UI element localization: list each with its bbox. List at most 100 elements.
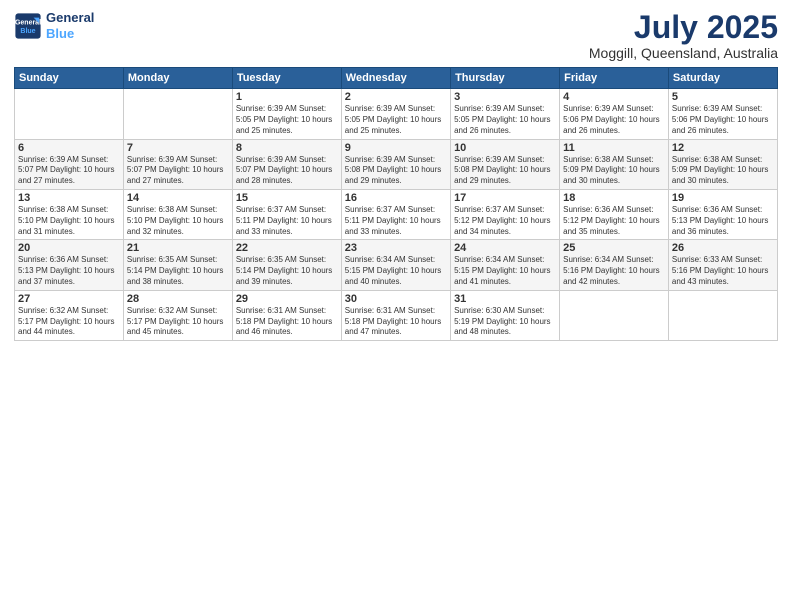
calendar-cell: 1Sunrise: 6:39 AM Sunset: 5:05 PM Daylig…	[232, 89, 341, 139]
day-number: 5	[672, 91, 774, 103]
calendar-cell: 15Sunrise: 6:37 AM Sunset: 5:11 PM Dayli…	[232, 189, 341, 239]
day-number: 16	[345, 192, 447, 204]
day-number: 15	[236, 192, 338, 204]
col-saturday: Saturday	[668, 68, 777, 89]
day-number: 29	[236, 293, 338, 305]
day-number: 31	[454, 293, 556, 305]
day-number: 14	[127, 192, 229, 204]
calendar-cell: 14Sunrise: 6:38 AM Sunset: 5:10 PM Dayli…	[123, 189, 232, 239]
day-info: Sunrise: 6:35 AM Sunset: 5:14 PM Dayligh…	[127, 255, 229, 287]
title-block: July 2025 Moggill, Queensland, Australia	[589, 10, 778, 61]
col-friday: Friday	[560, 68, 669, 89]
calendar-table: Sunday Monday Tuesday Wednesday Thursday…	[14, 67, 778, 341]
col-monday: Monday	[123, 68, 232, 89]
day-info: Sunrise: 6:39 AM Sunset: 5:05 PM Dayligh…	[454, 104, 556, 136]
day-info: Sunrise: 6:36 AM Sunset: 5:13 PM Dayligh…	[672, 205, 774, 237]
main-title: July 2025	[589, 10, 778, 45]
calendar-cell: 13Sunrise: 6:38 AM Sunset: 5:10 PM Dayli…	[15, 189, 124, 239]
day-info: Sunrise: 6:37 AM Sunset: 5:12 PM Dayligh…	[454, 205, 556, 237]
calendar-cell: 9Sunrise: 6:39 AM Sunset: 5:08 PM Daylig…	[341, 139, 450, 189]
day-number: 26	[672, 242, 774, 254]
day-number: 22	[236, 242, 338, 254]
day-number: 12	[672, 142, 774, 154]
day-info: Sunrise: 6:35 AM Sunset: 5:14 PM Dayligh…	[236, 255, 338, 287]
calendar-cell: 11Sunrise: 6:38 AM Sunset: 5:09 PM Dayli…	[560, 139, 669, 189]
day-info: Sunrise: 6:37 AM Sunset: 5:11 PM Dayligh…	[345, 205, 447, 237]
day-number: 24	[454, 242, 556, 254]
calendar-week-row-2: 6Sunrise: 6:39 AM Sunset: 5:07 PM Daylig…	[15, 139, 778, 189]
day-number: 27	[18, 293, 120, 305]
day-number: 17	[454, 192, 556, 204]
day-info: Sunrise: 6:39 AM Sunset: 5:07 PM Dayligh…	[127, 155, 229, 187]
col-thursday: Thursday	[451, 68, 560, 89]
calendar-header-row: Sunday Monday Tuesday Wednesday Thursday…	[15, 68, 778, 89]
day-info: Sunrise: 6:36 AM Sunset: 5:13 PM Dayligh…	[18, 255, 120, 287]
logo-icon: General Blue	[14, 12, 42, 40]
calendar-cell: 23Sunrise: 6:34 AM Sunset: 5:15 PM Dayli…	[341, 240, 450, 290]
calendar-cell	[123, 89, 232, 139]
logo-line2: Blue	[46, 26, 94, 42]
day-number: 8	[236, 142, 338, 154]
day-info: Sunrise: 6:36 AM Sunset: 5:12 PM Dayligh…	[563, 205, 665, 237]
day-number: 18	[563, 192, 665, 204]
calendar-cell: 27Sunrise: 6:32 AM Sunset: 5:17 PM Dayli…	[15, 290, 124, 340]
calendar-cell: 7Sunrise: 6:39 AM Sunset: 5:07 PM Daylig…	[123, 139, 232, 189]
calendar-cell: 12Sunrise: 6:38 AM Sunset: 5:09 PM Dayli…	[668, 139, 777, 189]
day-number: 3	[454, 91, 556, 103]
day-info: Sunrise: 6:31 AM Sunset: 5:18 PM Dayligh…	[236, 306, 338, 338]
svg-text:Blue: Blue	[20, 28, 35, 35]
calendar-cell	[560, 290, 669, 340]
day-number: 30	[345, 293, 447, 305]
day-number: 13	[18, 192, 120, 204]
calendar-cell: 3Sunrise: 6:39 AM Sunset: 5:05 PM Daylig…	[451, 89, 560, 139]
day-info: Sunrise: 6:38 AM Sunset: 5:10 PM Dayligh…	[18, 205, 120, 237]
col-wednesday: Wednesday	[341, 68, 450, 89]
day-info: Sunrise: 6:34 AM Sunset: 5:15 PM Dayligh…	[345, 255, 447, 287]
day-number: 20	[18, 242, 120, 254]
calendar-cell	[668, 290, 777, 340]
calendar-cell: 19Sunrise: 6:36 AM Sunset: 5:13 PM Dayli…	[668, 189, 777, 239]
calendar-cell: 29Sunrise: 6:31 AM Sunset: 5:18 PM Dayli…	[232, 290, 341, 340]
day-number: 19	[672, 192, 774, 204]
calendar-week-row-3: 13Sunrise: 6:38 AM Sunset: 5:10 PM Dayli…	[15, 189, 778, 239]
day-number: 28	[127, 293, 229, 305]
logo-line1: General	[46, 10, 94, 26]
day-info: Sunrise: 6:38 AM Sunset: 5:10 PM Dayligh…	[127, 205, 229, 237]
day-info: Sunrise: 6:39 AM Sunset: 5:07 PM Dayligh…	[236, 155, 338, 187]
calendar-cell: 16Sunrise: 6:37 AM Sunset: 5:11 PM Dayli…	[341, 189, 450, 239]
day-info: Sunrise: 6:33 AM Sunset: 5:16 PM Dayligh…	[672, 255, 774, 287]
calendar-week-row-1: 1 Sunrise: 6:39 AM Sunset: 5:05 PM Daylig…	[15, 89, 778, 139]
calendar-week-row-4: 20Sunrise: 6:36 AM Sunset: 5:13 PM Dayli…	[15, 240, 778, 290]
col-sunday: Sunday	[15, 68, 124, 89]
day-number: 25	[563, 242, 665, 254]
calendar-cell: 2Sunrise: 6:39 AM Sunset: 5:05 PM Daylig…	[341, 89, 450, 139]
day-info: Sunrise: 6:39 AM Sunset: 5:06 PM Dayligh…	[672, 104, 774, 136]
calendar-cell: 31Sunrise: 6:30 AM Sunset: 5:19 PM Dayli…	[451, 290, 560, 340]
day-number: 7	[127, 142, 229, 154]
day-number: 23	[345, 242, 447, 254]
day-info: Sunrise: 6:32 AM Sunset: 5:17 PM Dayligh…	[127, 306, 229, 338]
logo: General Blue General Blue	[14, 10, 94, 41]
day-number: 2	[345, 91, 447, 103]
calendar-cell: 8Sunrise: 6:39 AM Sunset: 5:07 PM Daylig…	[232, 139, 341, 189]
calendar-cell: 5Sunrise: 6:39 AM Sunset: 5:06 PM Daylig…	[668, 89, 777, 139]
logo-text: General Blue	[46, 10, 94, 41]
calendar-cell: 28Sunrise: 6:32 AM Sunset: 5:17 PM Dayli…	[123, 290, 232, 340]
day-number: 9	[345, 142, 447, 154]
calendar-cell: 17Sunrise: 6:37 AM Sunset: 5:12 PM Dayli…	[451, 189, 560, 239]
day-number: 21	[127, 242, 229, 254]
calendar-cell: 21Sunrise: 6:35 AM Sunset: 5:14 PM Dayli…	[123, 240, 232, 290]
calendar-cell: 30Sunrise: 6:31 AM Sunset: 5:18 PM Dayli…	[341, 290, 450, 340]
col-tuesday: Tuesday	[232, 68, 341, 89]
page: General Blue General Blue July 2025 Mogg…	[0, 0, 792, 612]
day-info: Sunrise: 6:34 AM Sunset: 5:15 PM Dayligh…	[454, 255, 556, 287]
day-number: 1	[236, 91, 338, 103]
calendar-week-row-5: 27Sunrise: 6:32 AM Sunset: 5:17 PM Dayli…	[15, 290, 778, 340]
day-number: 10	[454, 142, 556, 154]
calendar-cell: 4Sunrise: 6:39 AM Sunset: 5:06 PM Daylig…	[560, 89, 669, 139]
day-info: Sunrise: 6:37 AM Sunset: 5:11 PM Dayligh…	[236, 205, 338, 237]
calendar-cell: 25Sunrise: 6:34 AM Sunset: 5:16 PM Dayli…	[560, 240, 669, 290]
calendar-cell: 18Sunrise: 6:36 AM Sunset: 5:12 PM Dayli…	[560, 189, 669, 239]
day-info: Sunrise: 6:31 AM Sunset: 5:18 PM Dayligh…	[345, 306, 447, 338]
day-info: Sunrise: 6:32 AM Sunset: 5:17 PM Dayligh…	[18, 306, 120, 338]
